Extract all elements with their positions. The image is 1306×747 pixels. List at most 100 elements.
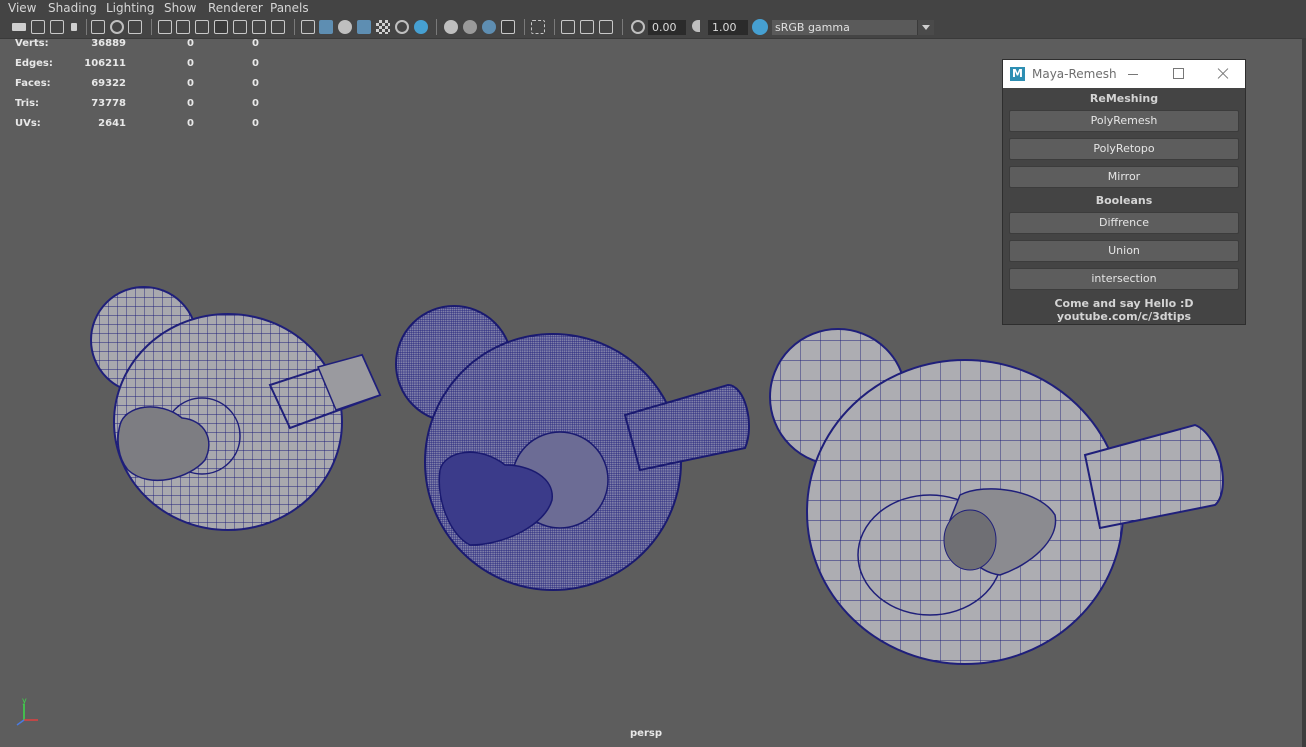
grease-pencil-tool-icon[interactable] — [128, 20, 142, 34]
toolbar-divider — [294, 19, 295, 35]
color-management-icon[interactable] — [752, 19, 768, 35]
safe-title-icon[interactable] — [271, 20, 285, 34]
toolbar-divider — [622, 19, 623, 35]
union-button[interactable]: Union — [1009, 240, 1239, 262]
camera-attributes-icon[interactable] — [31, 20, 45, 34]
hud-value: 0 — [187, 78, 194, 89]
viewport-border — [1302, 38, 1306, 747]
maya-remesh-window: M Maya-Remesh ReMeshing PolyRemesh PolyR… — [1002, 59, 1246, 325]
hud-value: 0 — [252, 98, 259, 109]
hud-row-uvs: UVs: 2641 0 0 — [0, 118, 270, 138]
hud-row-faces: Faces: 69322 0 0 — [0, 78, 270, 98]
wireframe-on-shaded-icon[interactable] — [357, 20, 371, 34]
camera-name-label: persp — [630, 728, 662, 739]
close-icon[interactable] — [1213, 65, 1233, 83]
toolbar-divider — [524, 19, 525, 35]
intersection-button[interactable]: intersection — [1009, 268, 1239, 290]
hud-row-verts: Verts: 36889 0 0 — [0, 38, 270, 58]
exposure-icon[interactable] — [631, 20, 645, 34]
hud-label: Faces: — [15, 78, 51, 89]
hud-value: 69322 — [91, 78, 126, 89]
panel-menu-bar: View Shading Lighting Show Renderer Pane… — [0, 0, 1306, 18]
section-booleans-label: Booleans — [1095, 194, 1153, 207]
hud-value: 0 — [187, 98, 194, 109]
axis-gizmo-icon: y — [16, 696, 38, 726]
hud-value: 0 — [252, 118, 259, 129]
hud-label: Tris: — [15, 98, 40, 109]
toolbar-divider — [151, 19, 152, 35]
gamma-field[interactable]: 1.00 — [708, 20, 748, 35]
gate-mask-icon[interactable] — [214, 20, 228, 34]
hud-value: 0 — [187, 38, 194, 49]
hud-value: 0 — [252, 78, 259, 89]
menu-lighting[interactable]: Lighting — [106, 1, 155, 15]
menu-view[interactable]: View — [8, 1, 36, 15]
gamma-icon[interactable] — [692, 20, 700, 32]
menu-shading[interactable]: Shading — [48, 1, 97, 15]
grid-icon[interactable] — [158, 20, 172, 34]
motion-blur-icon[interactable] — [463, 20, 477, 34]
polyremesh-button[interactable]: PolyRemesh — [1009, 110, 1239, 132]
mesh-model-left[interactable] — [90, 286, 382, 531]
hud-value: 106211 — [84, 58, 126, 69]
multisample-aa-icon[interactable] — [482, 20, 496, 34]
xray-active-components-icon[interactable] — [580, 20, 594, 34]
hud-label: Edges: — [15, 58, 53, 69]
hud-value: 36889 — [91, 38, 126, 49]
menu-renderer[interactable]: Renderer — [208, 1, 263, 15]
hud-value: 0 — [252, 58, 259, 69]
textured-icon[interactable] — [376, 20, 390, 34]
depth-of-field-icon[interactable] — [501, 20, 515, 34]
hud-value: 73778 — [91, 98, 126, 109]
screen-space-ao-icon[interactable] — [444, 20, 458, 34]
toolbar-divider — [554, 19, 555, 35]
grease-pencil-icon[interactable] — [110, 20, 124, 34]
safe-action-icon[interactable] — [252, 20, 266, 34]
shadows-icon[interactable] — [414, 20, 428, 34]
minimize-icon[interactable] — [1123, 65, 1143, 83]
toolbar-divider — [436, 19, 437, 35]
difference-button[interactable]: Diffrence — [1009, 212, 1239, 234]
2d-pan-zoom-icon[interactable] — [91, 20, 105, 34]
isolate-select-icon[interactable] — [531, 20, 545, 34]
footer-youtube-link[interactable]: youtube.com/c/3dtips — [1003, 310, 1245, 323]
mesh-model-right[interactable] — [769, 328, 1224, 665]
image-plane-icon[interactable] — [71, 23, 77, 31]
camera-icon[interactable] — [12, 23, 26, 31]
wireframe-icon[interactable] — [301, 20, 315, 34]
hud-value: 0 — [187, 118, 194, 129]
maximize-icon[interactable] — [1168, 65, 1188, 83]
section-remeshing-label: ReMeshing — [1089, 92, 1159, 105]
exposure-field[interactable]: 0.00 — [648, 20, 686, 35]
mesh-model-center[interactable] — [395, 305, 750, 591]
hud-label: UVs: — [15, 118, 41, 129]
menu-show[interactable]: Show — [164, 1, 196, 15]
maya-logo-icon: M — [1010, 67, 1025, 81]
hud-value: 0 — [187, 58, 194, 69]
color-space-dropdown[interactable]: sRGB gamma — [772, 20, 934, 35]
menu-panels[interactable]: Panels — [270, 1, 309, 15]
film-gate-icon[interactable] — [176, 20, 190, 34]
viewport-toolbar: 0.00 1.00 sRGB gamma — [0, 18, 1306, 39]
hud-row-tris: Tris: 73778 0 0 — [0, 98, 270, 118]
default-material-icon[interactable] — [338, 20, 352, 34]
chevron-down-icon — [917, 20, 934, 35]
hud-value: 2641 — [98, 118, 126, 129]
window-title: Maya-Remesh — [1032, 67, 1117, 81]
footer-greeting: Come and say Hello :D — [1054, 297, 1194, 310]
bookmark-icon[interactable] — [50, 20, 64, 34]
xray-icon[interactable] — [561, 20, 575, 34]
axis-y-label: y — [22, 696, 27, 705]
resolution-gate-icon[interactable] — [195, 20, 209, 34]
hud-value: 0 — [252, 38, 259, 49]
color-space-value: sRGB gamma — [775, 21, 850, 34]
xray-joints-icon[interactable] — [599, 20, 613, 34]
window-titlebar[interactable]: M Maya-Remesh — [1003, 60, 1245, 88]
use-all-lights-icon[interactable] — [395, 20, 409, 34]
hud-row-edges: Edges: 106211 0 0 — [0, 58, 270, 78]
field-chart-icon[interactable] — [233, 20, 247, 34]
mirror-button[interactable]: Mirror — [1009, 166, 1239, 188]
smooth-shade-icon[interactable] — [319, 20, 333, 34]
polyretopo-button[interactable]: PolyRetopo — [1009, 138, 1239, 160]
toolbar-divider — [86, 19, 87, 35]
